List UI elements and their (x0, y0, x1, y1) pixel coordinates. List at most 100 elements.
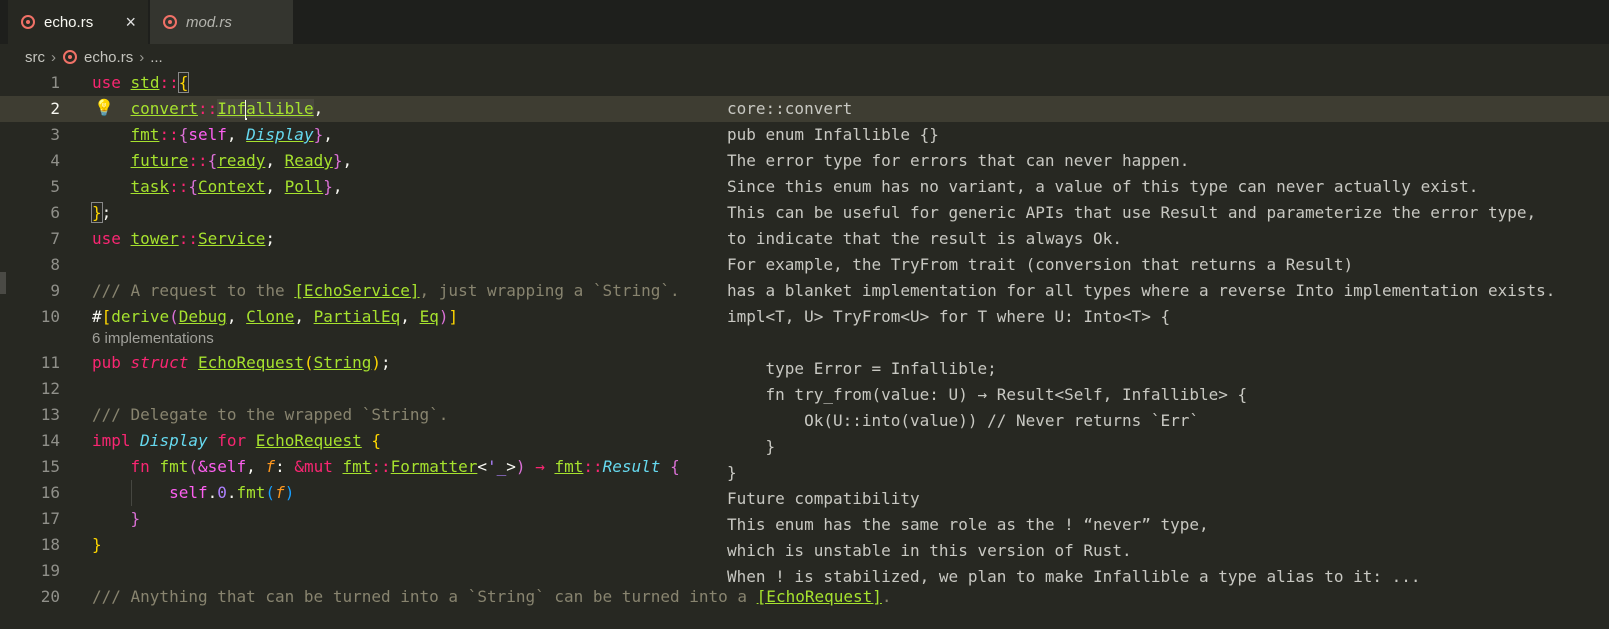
token: '_ (487, 457, 507, 476)
token: } (92, 535, 102, 554)
token: 0 (217, 483, 227, 502)
token: , (323, 125, 333, 144)
token: pub (92, 353, 121, 372)
line-number: 18 (40, 535, 60, 554)
breadcrumb-folder[interactable]: src (25, 49, 45, 66)
token: { (188, 177, 198, 196)
line-number: 3 (50, 125, 60, 144)
token: fmt (554, 457, 584, 476)
doc-line: to indicate that the result is always Ok… (727, 229, 1122, 248)
token: } (323, 177, 333, 196)
tab-label: mod.rs (186, 13, 232, 31)
breadcrumb-symbol[interactable]: ... (150, 49, 163, 66)
line-number: 8 (50, 255, 60, 274)
token: for (217, 431, 247, 450)
token: { (178, 125, 189, 144)
line-number: 11 (40, 353, 60, 372)
token: < (477, 457, 488, 476)
token: ) (515, 457, 526, 476)
token: :: (197, 99, 218, 118)
code-text: pub struct EchoRequest(String); (92, 350, 391, 376)
token: { (177, 72, 190, 93)
token: , (226, 125, 247, 144)
token: Poll (284, 177, 324, 196)
token: ( (265, 483, 276, 502)
breadcrumb: src › echo.rs › ... (25, 46, 163, 68)
line-number: 19 (40, 561, 60, 580)
token: } (130, 509, 141, 528)
token: f (265, 457, 276, 476)
token: , (265, 151, 285, 170)
tab-label: echo.rs (44, 13, 94, 31)
line-number: 1 (50, 73, 60, 92)
tab-mod-rs[interactable]: mod.rs (150, 0, 293, 44)
token: convert (130, 99, 198, 118)
token: ( (169, 307, 179, 326)
token: tower (130, 229, 179, 248)
doc-line: pub enum Infallible {} (727, 125, 939, 144)
doc-line: This enum has the same role as the ! “ne… (727, 515, 1209, 534)
token: :: (583, 457, 603, 476)
token: impl (92, 431, 131, 450)
code-text: task::{Context, Poll}, (92, 174, 343, 200)
token: } (91, 202, 103, 223)
doc-line: When ! is stabilized, we plan to make In… (727, 567, 1421, 586)
doc-line: core::convert (727, 99, 853, 118)
doc-line: which is unstable in this version of Rus… (727, 541, 1132, 560)
token: use (92, 229, 121, 248)
token: fmt (159, 457, 189, 476)
rust-file-icon (163, 15, 177, 29)
doc-link[interactable]: [EchoService] (294, 281, 419, 300)
token: future (130, 151, 189, 170)
line-number: 16 (40, 483, 60, 502)
line-number: 13 (40, 405, 60, 424)
doc-line: impl<T, U> TryFrom<U> for T where U: Int… (727, 307, 1171, 326)
indent-guide (131, 480, 132, 506)
code-text: use std::{ (92, 70, 190, 96)
token: Debug (178, 307, 227, 326)
chevron-right-icon: › (51, 48, 56, 66)
tab-echo-rs[interactable]: echo.rs × (8, 0, 148, 44)
token: :: (371, 457, 391, 476)
rust-file-icon (21, 15, 35, 29)
token: EchoRequest (255, 431, 362, 450)
chevron-right-icon: › (139, 48, 145, 66)
token: :: (178, 229, 198, 248)
token: ) (284, 483, 295, 502)
token: { (670, 457, 680, 476)
code-text: future::{ready, Ready}, (92, 148, 353, 174)
token: ; (265, 229, 276, 248)
token: , just wrapping a `String`. (419, 281, 680, 300)
tab-bar: echo.rs × mod.rs (0, 0, 1609, 44)
breadcrumb-file[interactable]: echo.rs (84, 49, 133, 66)
token: , (294, 307, 314, 326)
close-icon[interactable]: × (125, 12, 136, 32)
line-number: 7 (50, 229, 60, 248)
doc-line: Future compatibility (727, 489, 920, 508)
token: Formatter (390, 457, 478, 476)
token: f (275, 483, 285, 502)
codelens-implementations[interactable]: 6 implementations (92, 328, 214, 350)
line-number: 14 (40, 431, 60, 450)
token: std (130, 73, 160, 92)
token: Service (197, 229, 266, 248)
line-number: 5 (50, 177, 60, 196)
token: , (313, 99, 324, 118)
token: { (371, 431, 382, 450)
code-text: } (92, 506, 141, 532)
token: use (92, 73, 121, 92)
code-text: } (92, 532, 102, 558)
doc-line: has a blanket implementation for all typ… (727, 281, 1556, 300)
token: self (169, 483, 208, 502)
doc-line: type Error = Infallible; (727, 359, 997, 378)
line-number: 20 (40, 587, 60, 606)
doc-line: The error type for errors that can never… (727, 151, 1190, 170)
token: String (313, 353, 372, 372)
token: fmt (236, 483, 266, 502)
token: Context (197, 177, 266, 196)
token: ] (448, 307, 459, 326)
line-number: 2 (50, 99, 60, 118)
code-text: use tower::Service; (92, 226, 275, 252)
code-text: /// Delegate to the wrapped `String`. (92, 402, 448, 428)
doc-line: Ok(U::into(value)) // Never returns `Err… (727, 411, 1200, 430)
